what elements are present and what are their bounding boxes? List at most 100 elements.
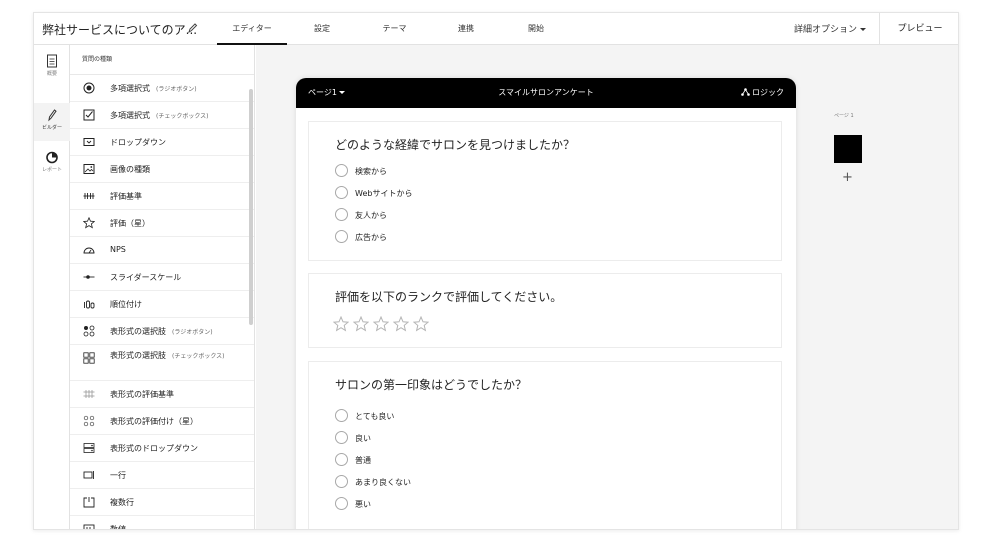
number-icon [83,524,95,529]
question-type-matrix-checkbox[interactable]: 表形式の選択肢 (チェックボックス) [70,345,254,381]
logic-icon [741,88,750,96]
star-icon[interactable] [353,316,369,332]
single-line-icon [83,471,94,479]
question-type-star-rating[interactable]: 評価（星） [70,210,254,237]
question-card[interactable]: 評価を以下のランクで評価してください。 [308,273,782,348]
question-type-label: 評価（星） [110,219,150,228]
survey-preview: ページ1 スマイルサロンアンケート ロジック どのような経緯でサロンを見つけまし… [296,78,796,529]
question-type-scale[interactable]: 評価基準 [70,183,254,210]
star-rating[interactable] [333,316,433,332]
star-icon[interactable] [413,316,429,332]
app-window: 弊社サービスについてのア... エディター 設定 テーマ 連携 開始 詳細オプシ… [33,12,959,530]
question-type-slider[interactable]: スライダースケール [70,264,254,291]
star-icon[interactable] [333,316,349,332]
chevron-down-icon [860,28,867,31]
advanced-options-dropdown[interactable]: 詳細オプション [794,13,867,45]
question-type-single-line[interactable]: 一行 [70,462,254,489]
star-icon[interactable] [373,316,389,332]
question-type-matrix-scale[interactable]: 表形式の評価基準 [70,381,254,408]
dropdown-icon [83,138,95,146]
question-type-label: スライダースケール [110,273,182,282]
rail-label-reports: レポート [41,167,62,173]
logic-button[interactable]: ロジック [741,87,784,98]
question-types-header: 質問の種類 [70,45,254,75]
rail-item-builder[interactable]: ビルダー [34,103,70,141]
rail-label-summary: 概要 [46,71,57,77]
question-type-checkbox[interactable]: 多項選択式 (チェックボックス) [70,102,254,129]
question-type-label: 順位付け [110,300,142,309]
question-type-multi-line[interactable]: 複数行 [70,489,254,516]
question-types-panel: 質問の種類 多項選択式 (ラジオボタン) 多項選択式 (チェックボックス) ドロップ… [70,45,255,529]
question-type-ranking[interactable]: 順位付け [70,291,254,318]
question-panel-scrollbar[interactable] [249,89,253,325]
radio-button[interactable] [335,453,348,466]
question-type-nps[interactable]: NPS [70,237,254,264]
left-rail: 概要 ビルダー レポート [34,45,70,529]
question-type-image[interactable]: 画像の種類 [70,156,254,183]
answer-label: 悪い [355,500,371,509]
question-type-radio[interactable]: 多項選択式 (ラジオボタン) [70,75,254,102]
document-icon [47,54,57,68]
top-bar: 弊社サービスについてのア... エディター 設定 テーマ 連携 開始 詳細オプシ… [34,13,958,45]
pencil-icon [48,109,57,122]
survey-title[interactable]: 弊社サービスについてのア... [42,21,197,38]
radio-button[interactable] [335,230,348,243]
scale-icon [83,193,95,199]
question-type-label: 多項選択式 [110,84,150,93]
question-type-matrix-dropdown[interactable]: 表形式のドロップダウン [70,435,254,462]
tab-launch[interactable]: 開始 [512,13,560,45]
question-title: 評価を以下のランクで評価してください。 [335,290,563,304]
matrix-scale-icon [83,390,95,398]
question-card[interactable]: サロンの第一印象はどうでしたか？ とても良い 良い 普通 あまり良くない 悪い [308,361,782,529]
radio-button[interactable] [335,208,348,221]
tab-theme[interactable]: テーマ [367,13,422,45]
radio-button[interactable] [335,475,348,488]
answer-label: Webサイトから [355,189,413,198]
answer-label: 良い [355,434,371,443]
slider-icon [83,275,95,279]
tab-editor[interactable]: エディター [217,13,287,45]
multi-line-icon [83,497,95,508]
image-icon [83,164,95,174]
question-type-sub: (チェックボックス) [172,353,225,360]
question-type-label: 評価基準 [110,192,142,201]
question-type-dropdown[interactable]: ドロップダウン [70,129,254,156]
question-type-label: 表形式のドロップダウン [110,444,198,453]
question-type-label: 表形式の選択肢 [110,327,166,336]
survey-header: ページ1 スマイルサロンアンケート ロジック [296,78,796,108]
question-type-matrix-radio[interactable]: 表形式の選択肢 (ラジオボタン) [70,318,254,345]
question-type-number[interactable]: 数値 [70,516,254,529]
answer-label: 友人から [355,211,387,220]
star-icon[interactable] [393,316,409,332]
gauge-icon [83,247,95,254]
radio-button-icon [83,82,95,94]
radio-button[interactable] [335,164,348,177]
question-title: サロンの第一印象はどうでしたか？ [335,378,528,392]
question-type-label: NPS [110,245,126,254]
answer-label: あまり良くない [355,478,411,487]
tab-integrations[interactable]: 連携 [442,13,490,45]
question-type-matrix-star[interactable]: 表形式の評価付け（星） [70,408,254,435]
matrix-checkbox-icon [83,352,95,364]
question-type-label: ドロップダウン [110,138,166,147]
rail-item-summary[interactable]: 概要 [34,49,70,87]
add-page-button[interactable]: + [842,171,853,184]
preview-button[interactable]: プレビュー [879,13,958,45]
question-type-sub: (ラジオボタン) [172,329,213,336]
advanced-options-label: 詳細オプション [794,25,858,35]
question-type-label: 画像の種類 [110,165,150,174]
checkbox-icon [83,109,95,121]
rail-item-reports[interactable]: レポート [34,145,70,183]
question-card[interactable]: どのような経緯でサロンを見つけましたか？ 検索から Webサイトから 友人から … [308,121,782,261]
radio-button[interactable] [335,431,348,444]
question-type-label: 複数行 [110,498,134,507]
question-title: どのような経緯でサロンを見つけましたか？ [335,138,576,152]
pie-chart-icon [46,151,58,164]
radio-button[interactable] [335,409,348,422]
radio-button[interactable] [335,497,348,510]
page-thumbnail[interactable] [834,135,862,163]
radio-button[interactable] [335,186,348,199]
tab-settings[interactable]: 設定 [297,13,347,45]
edit-title-pencil-icon[interactable] [186,21,198,35]
ranking-icon [84,300,95,309]
